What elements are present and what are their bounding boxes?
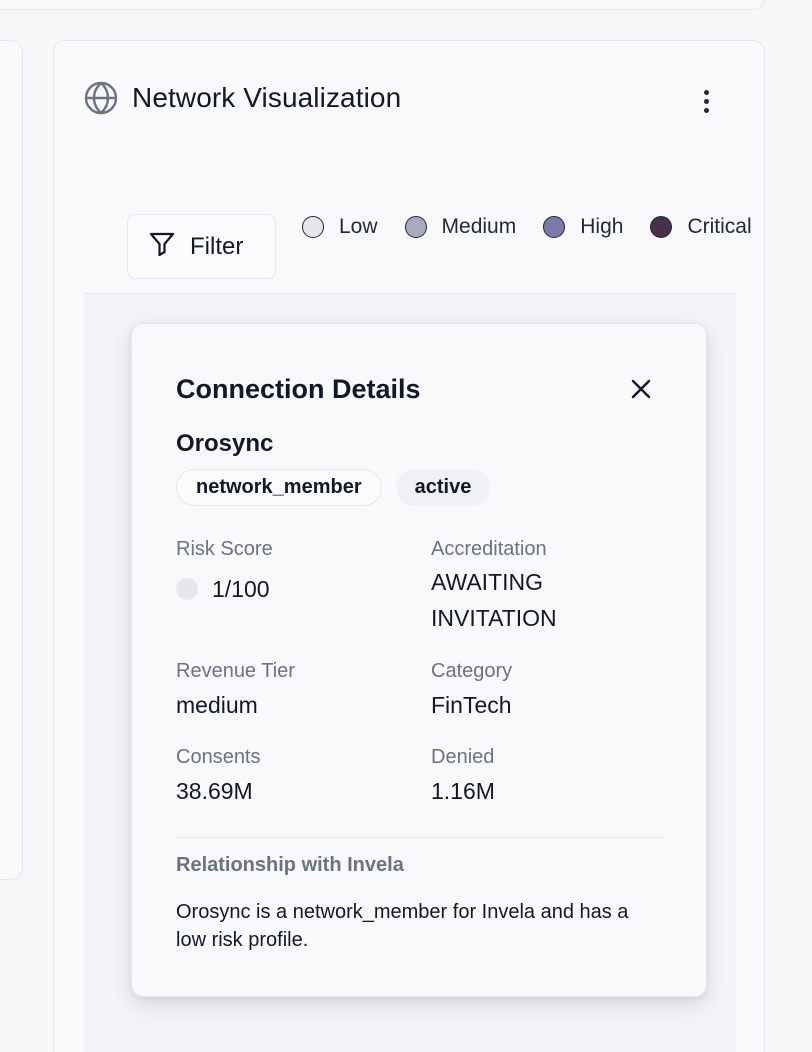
status-badge: active	[395, 469, 491, 506]
legend-dot-high	[543, 216, 566, 238]
legend-label: Critical	[687, 215, 752, 238]
filter-label: Filter	[190, 232, 244, 260]
consents-label: Consents	[176, 746, 261, 768]
consents-value: 38.69M	[176, 778, 253, 804]
legend-item-low: Low	[302, 215, 378, 239]
risk-score-label: Risk Score	[176, 538, 273, 560]
more-options-button[interactable]	[694, 83, 718, 119]
accreditation-value-line1: AWAITING	[431, 569, 544, 595]
top-card-edge	[0, 0, 765, 10]
close-button[interactable]	[628, 376, 654, 402]
legend-dot-medium	[404, 216, 427, 238]
legend-dot-critical	[650, 216, 673, 238]
filter-icon	[148, 230, 176, 263]
legend-label: Low	[339, 215, 378, 238]
risk-level-dot	[176, 578, 198, 600]
panel-title: Network Visualization	[132, 82, 402, 113]
category-value: FinTech	[431, 692, 512, 718]
legend-dot-low	[302, 216, 324, 238]
revenue-tier-label: Revenue Tier	[176, 660, 295, 682]
legend-item-critical: Critical	[650, 215, 752, 239]
connection-details-card: Connection Details Orosync network_membe…	[131, 323, 707, 997]
globe-icon	[84, 81, 118, 115]
org-badges: network_member active	[176, 469, 491, 506]
details-title: Connection Details	[176, 374, 421, 404]
revenue-tier-value: medium	[176, 692, 258, 718]
accreditation-value-line2: INVITATION	[431, 605, 557, 631]
panel-header: Network Visualization	[84, 81, 401, 115]
relationship-title: Relationship with Invela	[176, 854, 404, 876]
legend-item-medium: Medium	[404, 215, 517, 239]
left-card-edge	[0, 40, 23, 880]
more-vertical-icon	[703, 89, 709, 95]
risk-score-value: 1/100	[212, 576, 270, 602]
legend-label: High	[580, 215, 624, 238]
accreditation-label: Accreditation	[431, 538, 547, 560]
relationship-text: Orosync is a network_member for Invela a…	[176, 901, 629, 951]
denied-value: 1.16M	[431, 778, 495, 804]
category-label: Category	[431, 660, 513, 682]
org-name: Orosync	[176, 430, 274, 457]
details-divider	[176, 837, 664, 838]
denied-label: Denied	[431, 746, 495, 768]
risk-legend: Low Medium High Critical	[302, 215, 764, 239]
close-icon	[631, 379, 651, 399]
filter-button[interactable]: Filter	[127, 214, 276, 279]
legend-item-high: High	[543, 215, 623, 239]
legend-label: Medium	[441, 215, 517, 238]
type-badge: network_member	[176, 469, 382, 506]
